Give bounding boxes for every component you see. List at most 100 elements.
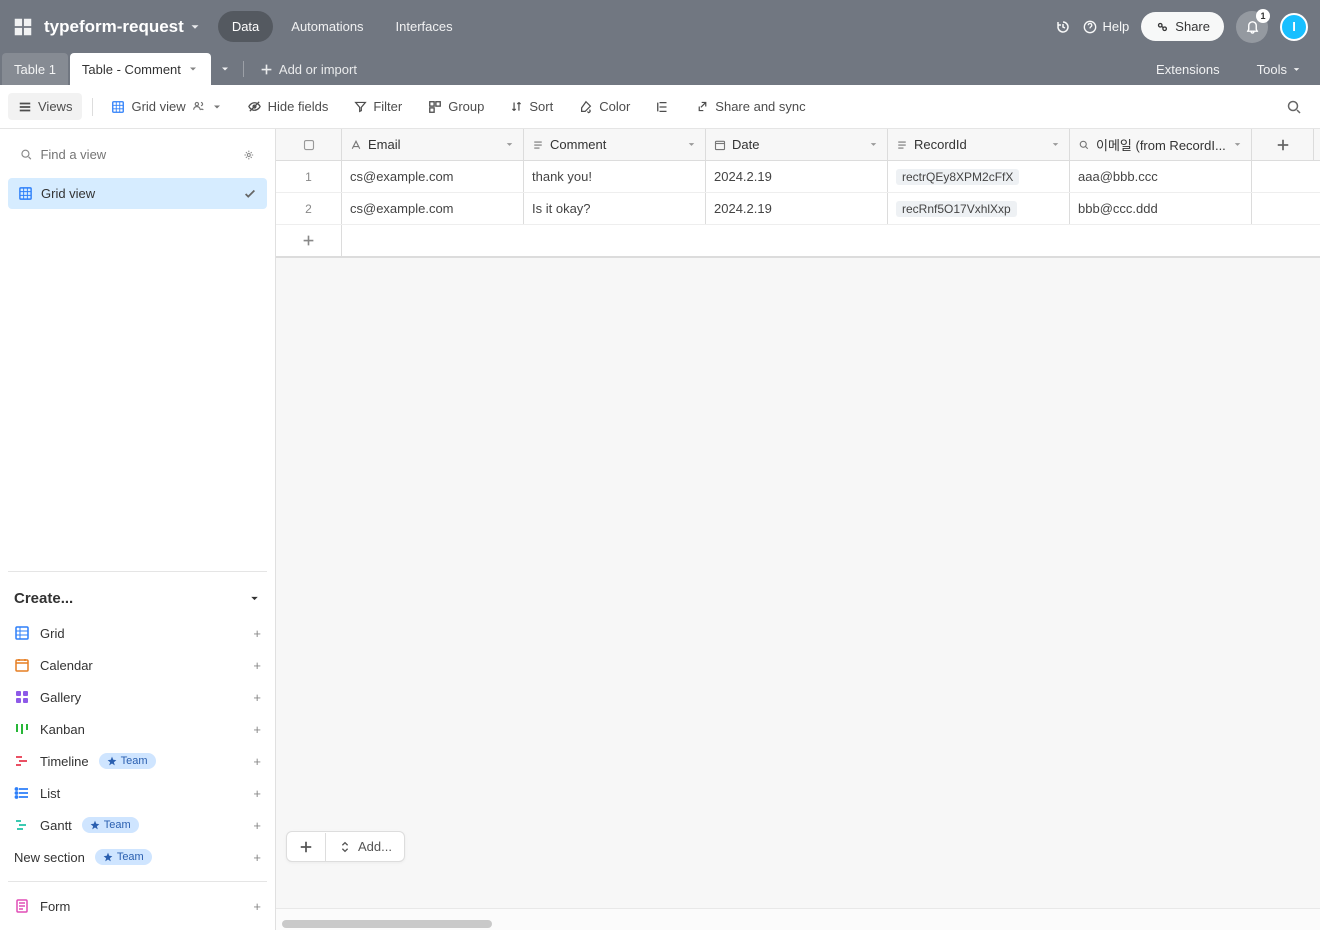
plus-icon[interactable]: + xyxy=(253,658,261,673)
share-sync-button[interactable]: Share and sync xyxy=(686,93,815,120)
column-header-email[interactable]: Email xyxy=(342,129,524,160)
cell-comment[interactable]: Is it okay? xyxy=(524,193,706,224)
create-gantt-label: Gantt xyxy=(40,818,72,833)
filter-label: Filter xyxy=(373,99,402,114)
sidebar-view-grid[interactable]: Grid view xyxy=(8,178,267,209)
plus-icon[interactable]: + xyxy=(253,690,261,705)
column-header-date[interactable]: Date xyxy=(706,129,888,160)
divider xyxy=(8,881,267,882)
app-logo-icon xyxy=(12,16,34,38)
column-header-lookup[interactable]: 이메일 (from RecordI... xyxy=(1070,129,1252,160)
plus-icon[interactable]: + xyxy=(253,722,261,737)
nav-tab-interfaces[interactable]: Interfaces xyxy=(382,11,467,42)
notifications-badge: 1 xyxy=(1256,9,1270,23)
filter-button[interactable]: Filter xyxy=(344,93,412,120)
create-kanban[interactable]: Kanban + xyxy=(8,713,267,745)
grid-icon xyxy=(111,100,125,114)
column-header-comment[interactable]: Comment xyxy=(524,129,706,160)
group-button[interactable]: Group xyxy=(418,93,494,120)
add-field-button[interactable] xyxy=(1252,129,1314,160)
views-label: Views xyxy=(38,99,72,114)
history-icon[interactable] xyxy=(1055,19,1071,35)
chevron-down-icon[interactable] xyxy=(187,63,199,75)
cell-lookup[interactable]: bbb@ccc.ddd xyxy=(1070,193,1252,224)
help-button[interactable]: Help xyxy=(1083,19,1130,34)
share-button[interactable]: Share xyxy=(1141,12,1224,41)
cell-email[interactable]: cs@example.com xyxy=(342,161,524,192)
row-height-button[interactable] xyxy=(646,94,680,120)
create-calendar[interactable]: Calendar + xyxy=(8,649,267,681)
column-label: RecordId xyxy=(914,137,967,152)
select-all-checkbox[interactable] xyxy=(276,129,342,160)
cell-recordid[interactable]: recRnf5O17VxhlXxp xyxy=(888,193,1070,224)
views-toggle[interactable]: Views xyxy=(8,93,82,120)
chevron-down-icon[interactable] xyxy=(188,20,202,34)
add-dropdown-button[interactable]: Add... xyxy=(326,832,404,861)
create-kanban-label: Kanban xyxy=(40,722,85,737)
plus-icon[interactable]: + xyxy=(253,850,261,865)
chevron-down-icon[interactable] xyxy=(211,101,223,113)
chevron-down-icon[interactable] xyxy=(686,139,697,150)
extensions-link[interactable]: Extensions xyxy=(1146,62,1230,77)
chevron-down-icon[interactable] xyxy=(868,139,879,150)
add-import-button[interactable]: Add or import xyxy=(248,53,369,85)
create-calendar-label: Calendar xyxy=(40,658,93,673)
table-row[interactable]: 2 cs@example.com Is it okay? 2024.2.19 r… xyxy=(276,193,1320,225)
cell-recordid[interactable]: rectrQEy8XPM2cFfX xyxy=(888,161,1070,192)
tools-label: Tools xyxy=(1257,62,1287,77)
plus-icon[interactable]: + xyxy=(253,899,261,914)
row-number[interactable]: 2 xyxy=(276,193,342,224)
find-view-input[interactable] xyxy=(40,147,235,162)
create-grid[interactable]: Grid + xyxy=(8,617,267,649)
team-badge: Team xyxy=(99,753,156,769)
cell-email[interactable]: cs@example.com xyxy=(342,193,524,224)
nav-tab-automations[interactable]: Automations xyxy=(277,11,377,42)
sort-label: Sort xyxy=(529,99,553,114)
settings-icon[interactable] xyxy=(243,148,255,162)
cell-date[interactable]: 2024.2.19 xyxy=(706,193,888,224)
search-button[interactable] xyxy=(1276,93,1312,121)
create-section-toggle[interactable]: Create... xyxy=(8,580,267,617)
create-timeline[interactable]: Timeline Team + xyxy=(8,745,267,777)
plus-icon[interactable]: + xyxy=(253,786,261,801)
column-header-recordid[interactable]: RecordId xyxy=(888,129,1070,160)
create-gallery[interactable]: Gallery + xyxy=(8,681,267,713)
notifications-button[interactable]: 1 xyxy=(1236,11,1268,43)
add-record-button[interactable] xyxy=(287,833,326,861)
add-row-button[interactable] xyxy=(276,225,342,256)
sort-button[interactable]: Sort xyxy=(500,93,563,120)
create-section[interactable]: New section Team + xyxy=(8,841,267,873)
table-tab-active[interactable]: Table - Comment xyxy=(70,53,211,85)
nav-tab-data[interactable]: Data xyxy=(218,11,273,42)
create-timeline-label: Timeline xyxy=(40,754,89,769)
plus-icon[interactable]: + xyxy=(253,754,261,769)
base-name[interactable]: typeform-request xyxy=(44,17,184,37)
team-badge: Team xyxy=(95,849,152,865)
create-form[interactable]: Form + xyxy=(8,890,267,922)
find-view-search[interactable] xyxy=(8,137,267,172)
chevron-down-icon[interactable] xyxy=(1232,139,1243,150)
tools-dropdown[interactable]: Tools xyxy=(1247,62,1312,77)
separator xyxy=(92,98,93,116)
horizontal-scrollbar[interactable] xyxy=(282,920,492,928)
cell-comment[interactable]: thank you! xyxy=(524,161,706,192)
plus-icon[interactable]: + xyxy=(253,818,261,833)
cell-date[interactable]: 2024.2.19 xyxy=(706,161,888,192)
chevron-down-icon[interactable] xyxy=(1050,139,1061,150)
tables-dropdown[interactable] xyxy=(211,53,239,85)
hide-fields-button[interactable]: Hide fields xyxy=(237,93,339,120)
table-row[interactable]: 1 cs@example.com thank you! 2024.2.19 re… xyxy=(276,161,1320,193)
create-gantt[interactable]: Gantt Team + xyxy=(8,809,267,841)
plus-icon[interactable]: + xyxy=(253,626,261,641)
chevron-down-icon[interactable] xyxy=(504,139,515,150)
column-label: Date xyxy=(732,137,759,152)
current-view-button[interactable]: Grid view xyxy=(103,93,230,120)
table-tab-1[interactable]: Table 1 xyxy=(2,53,68,85)
add-label: Add... xyxy=(358,839,392,854)
team-badge: Team xyxy=(82,817,139,833)
cell-lookup[interactable]: aaa@bbb.ccc xyxy=(1070,161,1252,192)
user-avatar[interactable]: I xyxy=(1280,13,1308,41)
row-number[interactable]: 1 xyxy=(276,161,342,192)
create-list[interactable]: List + xyxy=(8,777,267,809)
color-button[interactable]: Color xyxy=(569,93,640,120)
